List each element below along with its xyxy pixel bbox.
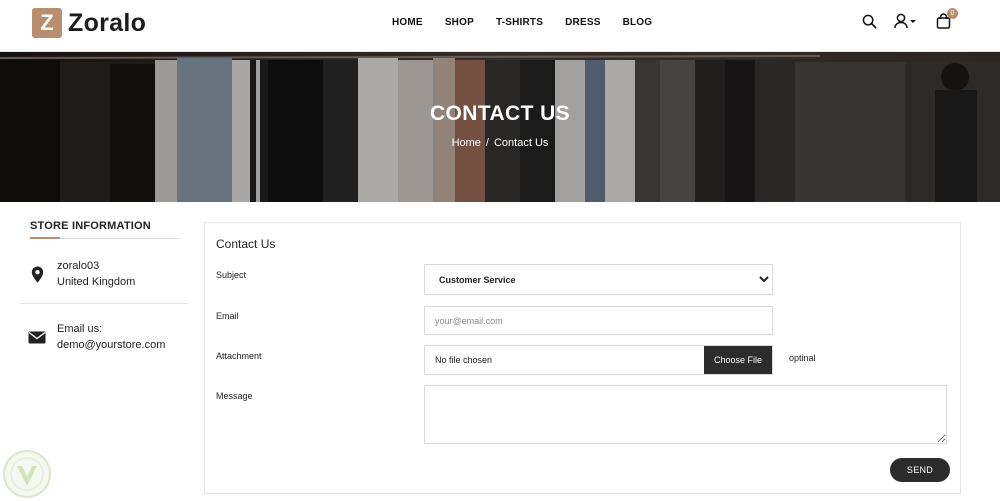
message-label: Message	[216, 391, 253, 401]
store-info-heading: STORE INFORMATION	[30, 220, 151, 232]
email-label: Email us:	[57, 323, 103, 335]
logo-mark: Z	[32, 8, 62, 38]
nav-blog[interactable]: BLOG	[623, 17, 653, 28]
subject-label: Subject	[216, 270, 247, 280]
hero-banner: CONTACT US Home / Contact Us	[0, 52, 1000, 202]
site-header: Z Zoralo HOME SHOP T-SHIRTS DRESS BLOG 0	[0, 0, 1000, 52]
address-line-2: United Kingdom	[57, 276, 136, 288]
map-pin-icon	[28, 266, 46, 283]
header-icons: 0	[844, 8, 958, 30]
user-icon[interactable]	[894, 12, 918, 30]
logo-text: Zoralo	[68, 8, 147, 37]
file-input[interactable]: No file chosen Choose File	[424, 345, 773, 375]
send-button[interactable]: SEND	[890, 458, 950, 482]
nav-shop[interactable]: SHOP	[445, 17, 474, 28]
address-line-1: zoralo03	[57, 260, 100, 272]
envelope-icon	[28, 331, 46, 344]
nav-home[interactable]: HOME	[392, 17, 423, 28]
search-icon[interactable]	[860, 12, 878, 30]
optional-note: optinal	[789, 353, 816, 363]
divider	[20, 303, 188, 304]
nav-dress[interactable]: DRESS	[565, 17, 600, 28]
logo[interactable]: Z Zoralo	[32, 8, 146, 38]
email-link[interactable]: demo@yourstore.com	[57, 337, 165, 353]
nav-tshirts[interactable]: T-SHIRTS	[496, 17, 543, 28]
heading-underline	[30, 237, 180, 239]
watermark-logo	[2, 449, 52, 499]
choose-file-button[interactable]: Choose File	[704, 346, 772, 374]
store-address: zoralo03 United Kingdom	[20, 257, 190, 291]
main-nav: HOME SHOP T-SHIRTS DRESS BLOG	[392, 17, 674, 28]
store-email: Email us: demo@yourstore.com	[20, 320, 190, 354]
breadcrumb-separator: /	[485, 137, 489, 149]
email-field[interactable]	[424, 306, 773, 335]
cart-icon[interactable]: 0	[934, 8, 958, 30]
form-title: Contact Us	[216, 237, 276, 251]
contact-form: Contact Us Subject Customer Service Emai…	[204, 222, 961, 494]
store-information: STORE INFORMATION zoralo03 United Kingdo…	[20, 220, 190, 354]
breadcrumb-home[interactable]: Home	[452, 137, 481, 149]
email-field-label: Email	[216, 311, 239, 321]
cart-count-badge: 0	[947, 8, 958, 19]
subject-select[interactable]: Customer Service	[424, 264, 773, 295]
attachment-label: Attachment	[216, 351, 262, 361]
clothes-rack-image	[0, 52, 1000, 202]
breadcrumb-current: Contact Us	[493, 137, 549, 149]
message-textarea[interactable]	[424, 385, 947, 444]
breadcrumb: Home / Contact Us	[0, 137, 1000, 149]
page-title: CONTACT US	[429, 102, 571, 125]
file-status: No file chosen	[435, 355, 493, 365]
